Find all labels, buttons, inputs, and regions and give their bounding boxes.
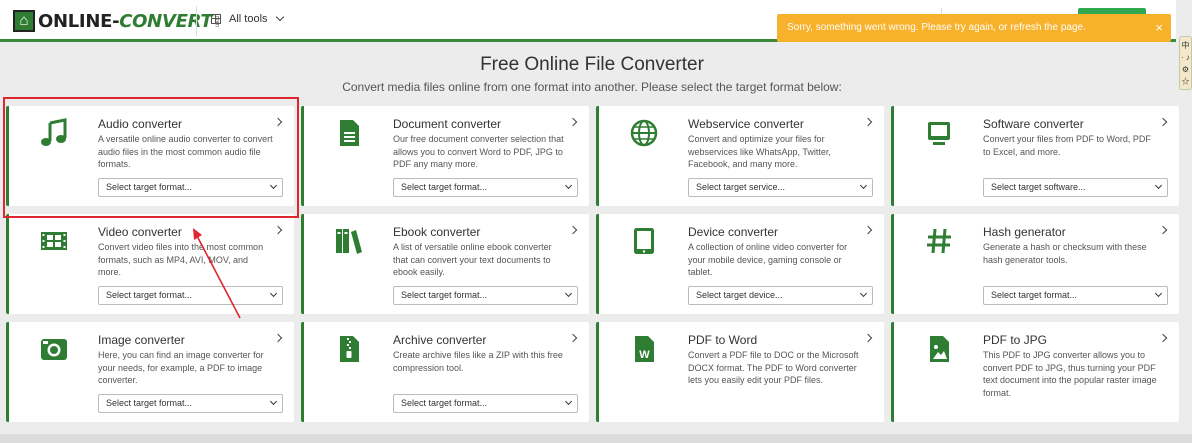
error-toast: Sorry, something went wrong. Please try … bbox=[777, 14, 1171, 42]
select-value: Select target format... bbox=[401, 398, 488, 408]
card-title[interactable]: PDF to JPG bbox=[983, 333, 1047, 347]
card-description: Generate a hash or checksum with these h… bbox=[983, 242, 1147, 265]
chevron-right-icon[interactable] bbox=[568, 333, 578, 343]
chevron-down-icon bbox=[275, 12, 284, 22]
target-format-select[interactable]: Select target device... bbox=[688, 286, 873, 305]
hash-icon bbox=[924, 226, 954, 256]
select-value: Select target format... bbox=[991, 290, 1078, 300]
chevron-right-icon[interactable] bbox=[273, 225, 283, 235]
select-value: Select target software... bbox=[991, 182, 1086, 192]
nav-divider bbox=[196, 6, 197, 36]
select-value: Select target format... bbox=[401, 182, 488, 192]
select-value: Select target format... bbox=[106, 290, 193, 300]
card-description: Here, you can find an image converter fo… bbox=[98, 350, 264, 386]
card-title[interactable]: Video converter bbox=[98, 225, 182, 239]
chevron-right-icon[interactable] bbox=[863, 117, 873, 127]
target-format-select[interactable]: Select target format... bbox=[983, 286, 1168, 305]
card-description: This PDF to JPG converter allows you to … bbox=[983, 350, 1157, 398]
annotation-highlight-box bbox=[3, 97, 299, 218]
select-value: Select target format... bbox=[106, 398, 193, 408]
logo-mark-icon: ⌂ bbox=[13, 10, 35, 32]
card-title[interactable]: Hash generator bbox=[983, 225, 1066, 239]
card-title[interactable]: Webservice converter bbox=[688, 117, 804, 131]
target-format-select[interactable]: Select target service... bbox=[688, 178, 873, 197]
card-title[interactable]: Device converter bbox=[688, 225, 778, 239]
card-image-converter[interactable]: Image converter Here, you can find an ima… bbox=[6, 322, 294, 422]
card-webservice-converter[interactable]: Webservice converter Convert and optimize… bbox=[596, 106, 884, 206]
card-device-converter[interactable]: Device converter A collection of online v… bbox=[596, 214, 884, 314]
target-format-select[interactable]: Select target format... bbox=[393, 394, 578, 413]
card-title[interactable]: Document converter bbox=[393, 117, 501, 131]
card-ebook-converter[interactable]: Ebook converter A list of versatile onlin… bbox=[301, 214, 589, 314]
svg-text:W: W bbox=[639, 349, 650, 361]
page-title: Free Online File Converter bbox=[480, 54, 704, 75]
grid-icon bbox=[211, 14, 221, 24]
target-format-select[interactable]: Select target format... bbox=[393, 178, 578, 197]
select-value: Select target service... bbox=[696, 182, 786, 192]
site-logo[interactable]: ⌂ ONLINE-CONVERT .com bbox=[13, 9, 219, 33]
card-archive-converter[interactable]: Archive converter Create archive files li… bbox=[301, 322, 589, 422]
chevron-down-icon bbox=[1154, 289, 1163, 298]
chevron-down-icon bbox=[564, 397, 573, 406]
chevron-down-icon bbox=[564, 181, 573, 190]
card-software-converter[interactable]: Software converter Convert your files fro… bbox=[891, 106, 1179, 206]
chevron-down-icon bbox=[269, 397, 278, 406]
card-title[interactable]: PDF to Word bbox=[688, 333, 757, 347]
film-icon bbox=[39, 226, 69, 256]
toast-message: Sorry, something went wrong. Please try … bbox=[787, 22, 1086, 33]
target-format-select[interactable]: Select target format... bbox=[98, 286, 283, 305]
chevron-right-icon[interactable] bbox=[1158, 333, 1168, 343]
select-value: Select target device... bbox=[696, 290, 783, 300]
camera-icon bbox=[39, 334, 69, 364]
card-description: A list of versatile online ebook convert… bbox=[393, 242, 552, 278]
chevron-down-icon bbox=[564, 289, 573, 298]
all-tools-menu[interactable]: All tools bbox=[211, 12, 284, 25]
chevron-right-icon[interactable] bbox=[1158, 117, 1168, 127]
card-document-converter[interactable]: Document converter Our free document conv… bbox=[301, 106, 589, 206]
card-pdf-to-jpg[interactable]: PDF to JPG This PDF to JPG converter allo… bbox=[891, 322, 1179, 422]
chevron-down-icon bbox=[859, 289, 868, 298]
target-format-select[interactable]: Select target software... bbox=[983, 178, 1168, 197]
card-title[interactable]: Image converter bbox=[98, 333, 185, 347]
chevron-right-icon[interactable] bbox=[1158, 225, 1168, 235]
chevron-right-icon[interactable] bbox=[568, 225, 578, 235]
toast-close-icon[interactable]: × bbox=[1155, 14, 1163, 42]
select-value: Select target format... bbox=[401, 290, 488, 300]
card-title[interactable]: Ebook converter bbox=[393, 225, 480, 239]
card-title[interactable]: Software converter bbox=[983, 117, 1084, 131]
chevron-down-icon bbox=[269, 289, 278, 298]
target-format-select[interactable]: Select target format... bbox=[393, 286, 578, 305]
all-tools-label: All tools bbox=[229, 13, 268, 25]
card-description: Convert video files into the most common… bbox=[98, 242, 264, 278]
card-hash-generator[interactable]: Hash generator Generate a hash or checksu… bbox=[891, 214, 1179, 314]
card-description: Convert and optimize your files for webs… bbox=[688, 134, 831, 170]
monitor-icon bbox=[924, 118, 954, 148]
logo-text: ONLINE-CONVERT bbox=[38, 10, 213, 32]
card-description: Our free document converter selection th… bbox=[393, 134, 564, 170]
chevron-right-icon[interactable] bbox=[863, 225, 873, 235]
document-icon bbox=[334, 118, 364, 148]
tablet-icon bbox=[629, 226, 659, 256]
card-description: A collection of online video converter f… bbox=[688, 242, 848, 278]
books-icon bbox=[334, 226, 364, 256]
globe-icon bbox=[629, 118, 659, 148]
card-pdf-to-word[interactable]: W PDF to Word Convert a PDF file to DOC or… bbox=[596, 322, 884, 422]
card-description: Convert your files from PDF to Word, PDF… bbox=[983, 134, 1151, 157]
card-video-converter[interactable]: Video converter Convert video files into … bbox=[6, 214, 294, 314]
chevron-right-icon[interactable] bbox=[863, 333, 873, 343]
archive-icon bbox=[334, 334, 364, 364]
card-title[interactable]: Archive converter bbox=[393, 333, 486, 347]
card-description: Create archive files like a ZIP with thi… bbox=[393, 350, 563, 373]
card-description: Convert a PDF file to DOC or the Microso… bbox=[688, 350, 859, 386]
image-file-icon bbox=[924, 334, 954, 364]
chevron-right-icon[interactable] bbox=[273, 333, 283, 343]
chevron-down-icon bbox=[1154, 181, 1163, 190]
chevron-down-icon bbox=[859, 181, 868, 190]
bottom-strip bbox=[0, 434, 1192, 443]
page-subtitle: Convert media files online from one form… bbox=[342, 80, 842, 94]
chevron-right-icon[interactable] bbox=[568, 117, 578, 127]
target-format-select[interactable]: Select target format... bbox=[98, 394, 283, 413]
word-file-icon: W bbox=[629, 334, 659, 364]
